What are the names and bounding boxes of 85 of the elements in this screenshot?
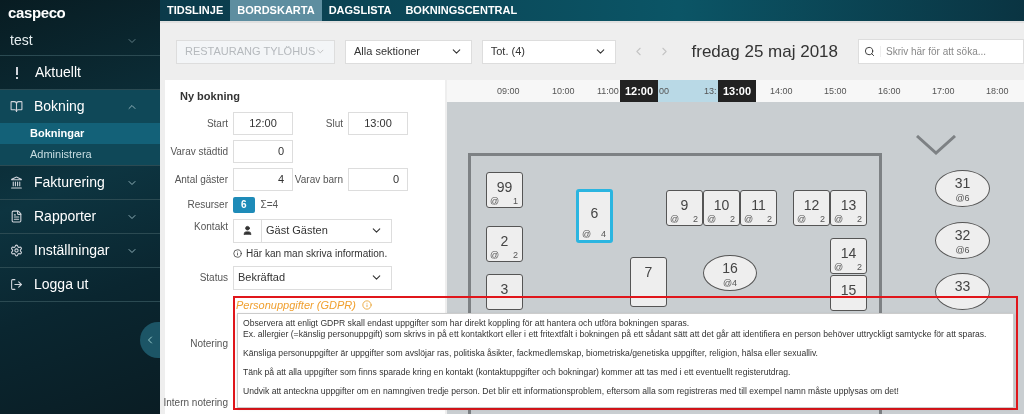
sidebar-item[interactable]: Aktuellt — [0, 56, 160, 89]
table[interactable]: 3 — [486, 274, 523, 310]
resource-sum: Σ=4 — [260, 198, 279, 212]
input-field[interactable]: 0 — [233, 139, 293, 163]
time-tick: 10:00 — [552, 85, 575, 98]
search-input[interactable]: Skriv här för att söka... — [881, 40, 1023, 63]
table[interactable]: 2 @ 2 — [486, 226, 523, 262]
round-table[interactable]: 33 — [935, 273, 990, 310]
settings-icon — [10, 244, 23, 257]
field-label: Start — [206, 116, 228, 131]
start-time-handle[interactable]: 12:00 — [620, 80, 658, 102]
table[interactable]: 13 @ 2 — [830, 190, 867, 226]
field-label: Varav barn — [294, 172, 343, 187]
end-time-handle[interactable]: 13:00 — [718, 80, 756, 102]
search-field[interactable]: Skriv här för att söka... — [858, 39, 1024, 64]
total-select[interactable]: Tot. (4) — [481, 39, 616, 64]
input-field[interactable]: 4 — [233, 167, 293, 191]
gdpr-title: Personuppgifter (GDPR) — [236, 297, 356, 313]
time-tick: 13: — [704, 85, 717, 98]
time-tick: 18:00 — [986, 85, 1009, 98]
tab[interactable]: TIDSLINJE — [160, 0, 231, 21]
status-select[interactable]: Bekräftad — [233, 265, 392, 290]
date-label: fredag 25 maj 2018 — [691, 40, 838, 63]
time-tick: 11:00 — [597, 85, 619, 98]
tab[interactable]: DAGSLISTA — [321, 0, 399, 21]
person-icon — [242, 225, 253, 236]
gdpr-text: Tänk på att alla uppgifter som finns sparade kring en kontakt (kontaktuppgifter och bokningar) kommer att tas med i ett eventuellt registerutdrag. — [243, 367, 792, 378]
gdpr-text: Ex. allergier (=känslig personuppgift) som skrivs in på ett kontaktkort eller i ett fritextfält i bokningen på ett sådant sätt att det går att identifiera en person behöver uttryckligt samtycke för att sparas. — [243, 329, 988, 340]
input-field[interactable]: 13:00 — [348, 111, 408, 135]
round-table[interactable]: 16 @4 — [703, 255, 757, 291]
time-tick: 16:00 — [878, 85, 901, 98]
info-icon — [361, 300, 372, 310]
round-table[interactable]: 32 @6 — [935, 222, 990, 259]
search-icon — [864, 46, 875, 57]
gdpr-text: Känsliga personuppgifter är uppgifter som avslöjar ras, politiska åsikter, fackmedlemskap, biometriska/genetiska uppgifter, religion, hälsa eller sexualliv. — [243, 348, 819, 359]
field-label: Varav städtid — [170, 144, 228, 159]
contact-select[interactable]: Gäst Gästen — [233, 218, 392, 243]
form-title: Ny bokning — [180, 89, 241, 104]
resource-badge[interactable]: 6 — [233, 196, 255, 213]
tab[interactable]: BOKNINGSCENTRAL — [398, 0, 525, 21]
logout-icon — [10, 278, 23, 291]
table[interactable]: 9 @ 2 — [666, 190, 703, 226]
table[interactable]: 10 @ 2 — [703, 190, 740, 226]
sidebar-subitem[interactable]: Administrera — [0, 144, 160, 165]
sidebar-item[interactable]: Inställningar — [0, 234, 160, 267]
selection-range[interactable] — [658, 80, 718, 102]
table[interactable]: 15 — [830, 275, 867, 311]
table[interactable]: 11 @ 2 — [740, 190, 777, 226]
time-tick: 09:00 — [497, 85, 520, 98]
sidebar-item[interactable]: Logga ut — [0, 268, 160, 301]
field-label: Intern notering — [163, 395, 228, 410]
field-label: Antal gäster — [174, 172, 228, 187]
bank-icon — [10, 176, 23, 189]
book-icon — [10, 100, 23, 113]
field-label: Kontakt — [194, 219, 228, 234]
field-label: Notering — [190, 336, 228, 351]
contact-hint: Här kan man skriva information. — [246, 246, 388, 261]
sidebar-item[interactable]: Bokning — [0, 90, 160, 123]
section-select[interactable]: Alla sektioner — [345, 39, 472, 64]
field-label: Slut — [325, 116, 343, 131]
info-icon — [233, 248, 242, 258]
field-label: Resurser — [187, 198, 228, 212]
tab[interactable]: BORDSKARTA — [230, 0, 322, 21]
field-label: Status — [199, 271, 228, 285]
collapse-handle[interactable] — [140, 322, 160, 358]
input-field[interactable]: 12:00 — [233, 111, 293, 135]
time-tick: 17:00 — [932, 85, 955, 98]
time-tick: 00 — [659, 85, 669, 98]
time-tick: 14:00 — [770, 85, 793, 98]
round-table[interactable]: 31 @6 — [935, 170, 990, 207]
sidebar-item[interactable]: Fakturering — [0, 166, 160, 199]
table[interactable]: 7 — [630, 257, 667, 307]
document-icon — [10, 210, 23, 223]
table[interactable]: 99 @ 1 — [486, 172, 523, 208]
table[interactable]: 12 @ 2 — [793, 190, 830, 226]
logo: caspeco — [8, 2, 66, 23]
sidebar-item[interactable]: Rapporter — [0, 200, 160, 233]
table[interactable]: 14 @ 2 — [830, 238, 867, 274]
time-tick: 15:00 — [824, 85, 847, 98]
gdpr-text: Observera att enligt GDPR skall endast uppgifter som har direkt koppling för att hantera och utföra bokningen sparas. — [243, 318, 691, 329]
sidebar-subitem[interactable]: Bokningar — [0, 123, 160, 144]
gdpr-text: Undvik att anteckna uppgifter om en namngiven tredje person. Det blir ett informationsproblem, eftersom alla som registreras med till exempel namn måste upplysas om det! — [243, 386, 900, 397]
input-field[interactable]: 0 — [348, 167, 408, 191]
chevron-down-icon[interactable] — [916, 135, 956, 155]
table[interactable]: 6 @ 4 — [576, 189, 613, 243]
